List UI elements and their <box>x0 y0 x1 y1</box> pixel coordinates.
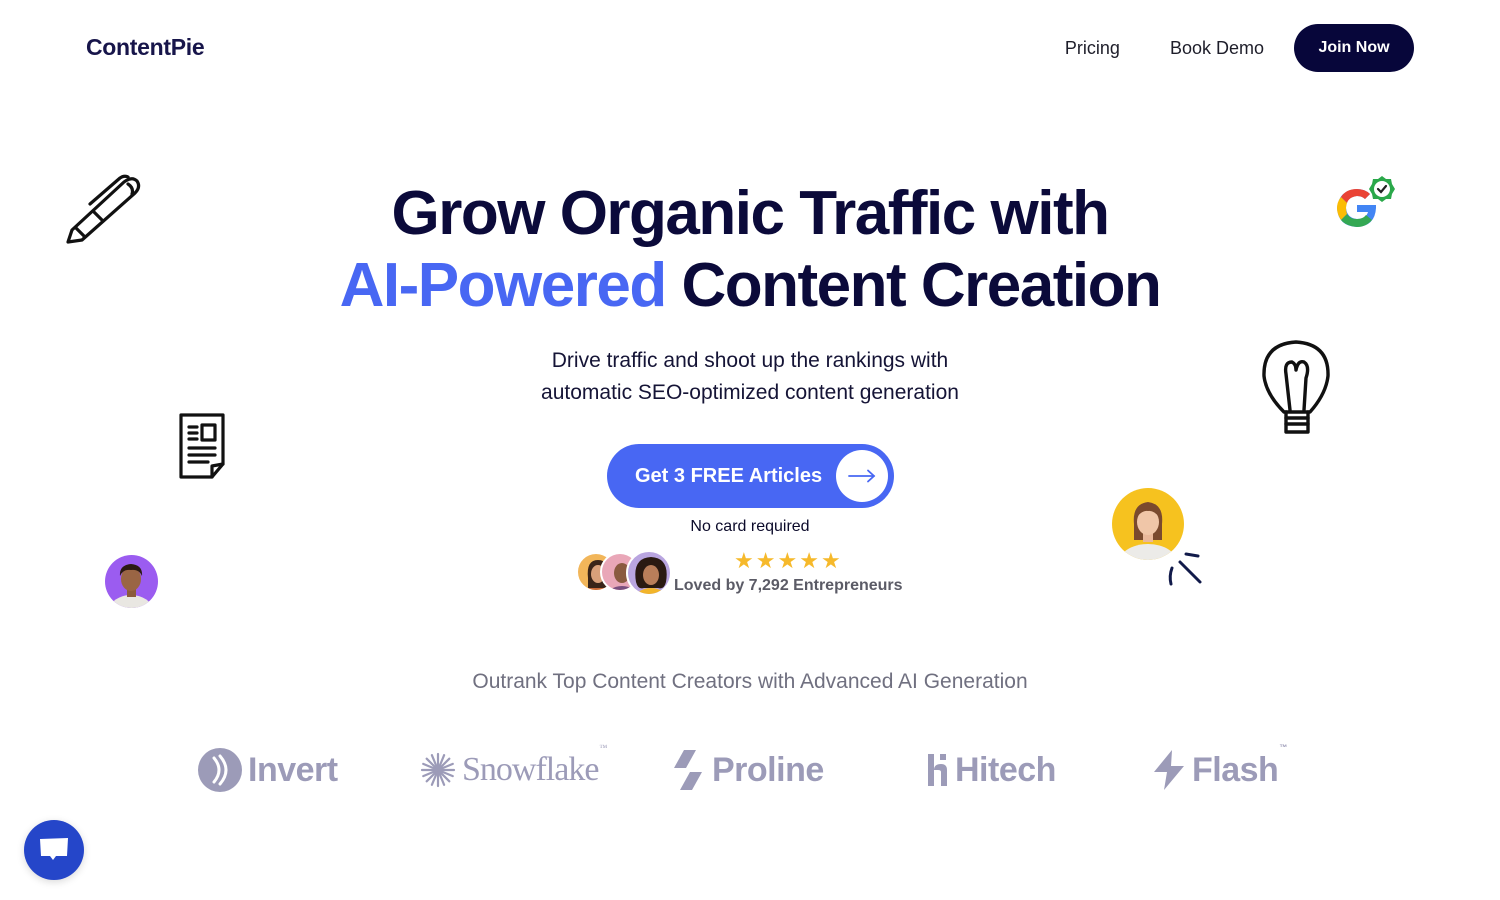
nav-book-demo[interactable]: Book Demo <box>1170 38 1264 59</box>
star-icon: ★ <box>777 548 798 573</box>
hero-heading: Grow Organic Traffic with AI-Powered Con… <box>0 178 1500 322</box>
partner-logo-invert: Invert <box>198 745 338 795</box>
hero-heading-line1: Grow Organic Traffic with <box>391 179 1110 248</box>
logos-section-title: Outrank Top Content Creators with Advanc… <box>472 670 1028 693</box>
partner-logo-label: Invert <box>248 750 338 789</box>
hero-subtitle: Drive traffic and shoot up the rankings … <box>0 345 1500 409</box>
hitech-logo-icon <box>928 754 947 786</box>
partner-logo-label: Hitech <box>955 750 1056 789</box>
document-icon <box>179 413 225 479</box>
partner-logo-snowflake: Snowflake™ <box>420 743 607 795</box>
top-nav: Pricing Book Demo Join Now <box>1065 24 1414 72</box>
sparkle-lines-icon <box>1168 552 1202 586</box>
chat-widget-button[interactable] <box>24 820 84 880</box>
star-icon: ★ <box>799 548 819 573</box>
rating-stars: ★ ★ ★ ★ ★ <box>734 550 841 572</box>
chat-bubble-icon <box>40 838 68 860</box>
get-free-articles-button[interactable]: Get 3 FREE Articles <box>607 444 894 508</box>
join-now-button[interactable]: Join Now <box>1294 24 1414 72</box>
nav-pricing[interactable]: Pricing <box>1065 38 1120 59</box>
partner-logo-hitech: Hitech <box>927 745 1056 795</box>
trademark-symbol: ™ <box>1279 742 1287 752</box>
partner-logo-text: Snowflake <box>462 751 599 788</box>
arrow-right-icon <box>836 450 888 502</box>
star-icon: ★ <box>734 548 754 573</box>
partner-logo-proline: Proline <box>670 745 824 795</box>
no-card-note: No card required <box>690 518 810 535</box>
partner-logo-label: Proline <box>712 750 824 789</box>
hero-heading-line2: Content Creation <box>665 251 1161 320</box>
trademark-symbol: ™ <box>599 743 607 752</box>
cta-label: Get 3 FREE Articles <box>635 464 823 487</box>
hero-subtitle-line1: Drive traffic and shoot up the rankings … <box>551 349 949 372</box>
customer-avatars <box>576 550 672 596</box>
brand-logo[interactable]: ContentPie <box>86 34 205 61</box>
invert-logo-icon <box>198 748 242 792</box>
hero-subtitle-line2: automatic SEO-optimized content generati… <box>541 381 959 404</box>
hero-heading-accent: AI-Powered <box>339 251 668 320</box>
partner-logo-label: Flash™ <box>1192 743 1287 790</box>
proline-logo-icon <box>674 750 702 790</box>
star-icon: ★ <box>755 548 776 573</box>
partner-logo-label: Snowflake™ <box>462 743 607 789</box>
partner-logo-text: Flash <box>1192 750 1279 789</box>
testimonial-avatar-man <box>105 555 158 608</box>
loved-by-text: Loved by 7,292 Entrepreneurs <box>674 577 903 594</box>
social-proof: ★ ★ ★ ★ ★ Loved by 7,292 Entrepreneurs <box>576 550 916 596</box>
snowflake-logo-icon <box>420 752 456 788</box>
avatar <box>626 550 672 596</box>
partner-logo-flash: Flash™ <box>1152 743 1287 795</box>
flash-logo-icon <box>1154 750 1184 790</box>
star-icon: ★ <box>820 548 841 573</box>
